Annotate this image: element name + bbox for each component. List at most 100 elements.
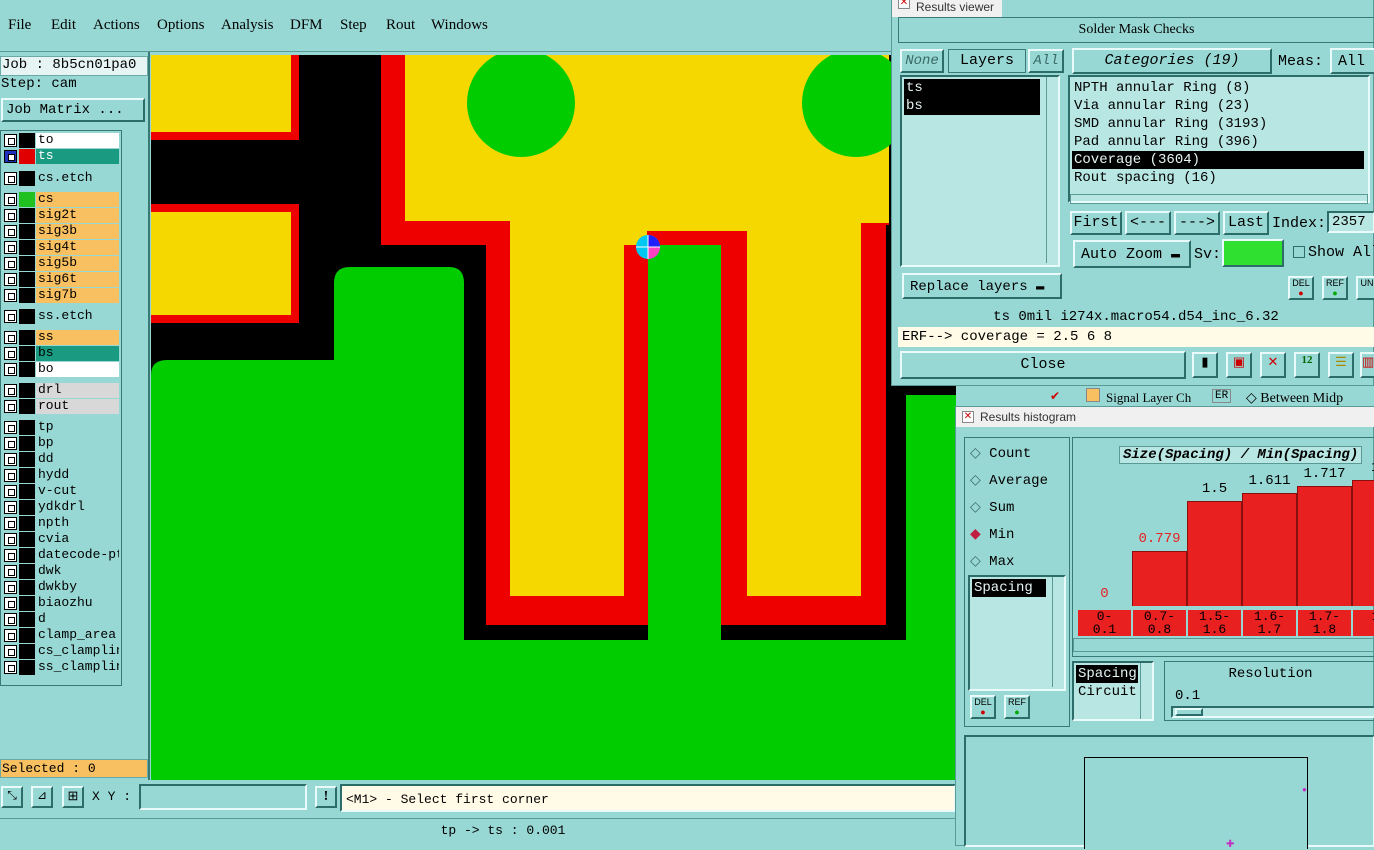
mode-radio-count[interactable]: ◇ Count	[970, 445, 1031, 462]
layer-color-swatch[interactable]	[19, 644, 35, 659]
layer-row-bs[interactable]: bs	[3, 346, 119, 361]
select-tool-icon[interactable]: ⤡	[1, 786, 23, 808]
layer-checkbox[interactable]	[4, 331, 17, 344]
layer-name[interactable]: bp	[36, 436, 119, 451]
layer-name[interactable]: sig5b	[36, 256, 119, 271]
layer-checkbox[interactable]	[4, 485, 17, 498]
layer-color-swatch[interactable]	[19, 256, 35, 271]
layer-color-swatch[interactable]	[19, 272, 35, 287]
layer-checkbox[interactable]	[4, 257, 17, 270]
menu-edit[interactable]: Edit	[51, 17, 76, 34]
mode-radio-max[interactable]: ◇ Max	[970, 553, 1014, 570]
window-close-icon[interactable]: ✕	[898, 0, 910, 9]
layer-name[interactable]: ss_clampline	[36, 660, 119, 675]
layer-row-d[interactable]: d	[3, 612, 119, 627]
histogram-bar[interactable]	[1187, 501, 1242, 606]
layer-name[interactable]: sig6t	[36, 272, 119, 287]
layers-all-button[interactable]: All	[1028, 49, 1064, 73]
layer-name[interactable]: sig2t	[36, 208, 119, 223]
layer-name[interactable]: biaozhu	[36, 596, 119, 611]
job-matrix-button[interactable]: Job Matrix ...	[1, 98, 145, 122]
layer-checkbox[interactable]	[4, 469, 17, 482]
layer-color-swatch[interactable]	[19, 660, 35, 675]
layer-name[interactable]: v-cut	[36, 484, 119, 499]
layer-checkbox[interactable]	[4, 517, 17, 530]
layer-name[interactable]: tp	[36, 420, 119, 435]
layer-row-sig7b[interactable]: sig7b	[3, 288, 119, 303]
window-close-icon[interactable]: ✕	[962, 411, 974, 423]
layer-row-sig2t[interactable]: sig2t	[3, 208, 119, 223]
layer-name[interactable]: datecode-pte	[36, 548, 119, 563]
scrollbar[interactable]	[1046, 77, 1058, 263]
layer-color-swatch[interactable]	[19, 580, 35, 595]
layer-row-ss[interactable]: ss	[3, 330, 119, 345]
layer-row-bo[interactable]: bo	[3, 362, 119, 377]
layer-color-swatch[interactable]	[19, 330, 35, 345]
menu-step[interactable]: Step	[340, 17, 367, 34]
menu-dfm[interactable]: DFM	[290, 17, 323, 34]
layer-checkbox[interactable]	[4, 193, 17, 206]
layer-name[interactable]: dd	[36, 452, 119, 467]
sv-color-select[interactable]	[1222, 239, 1284, 267]
layer-name[interactable]: bs	[36, 346, 119, 361]
layer-color-swatch[interactable]	[19, 516, 35, 531]
layer-row-cvia[interactable]: cvia	[3, 532, 119, 547]
layer-color-swatch[interactable]	[19, 149, 35, 164]
layer-color-swatch[interactable]	[19, 399, 35, 414]
layer-row-cs[interactable]: cs	[3, 192, 119, 207]
layer-row-drl[interactable]: drl	[3, 383, 119, 398]
layer-name[interactable]: rout	[36, 399, 119, 414]
index-field[interactable]: 2357	[1327, 211, 1374, 233]
layer-name[interactable]: cs	[36, 192, 119, 207]
layer-name[interactable]: drl	[36, 383, 119, 398]
layer-color-swatch[interactable]	[19, 564, 35, 579]
layer-checkbox[interactable]	[4, 225, 17, 238]
layer-row-cs-clampline[interactable]: cs_clampline	[3, 644, 119, 659]
category-item[interactable]: SMD annular Ring (3193)	[1072, 115, 1364, 133]
layer-row-sig5b[interactable]: sig5b	[3, 256, 119, 271]
layer-checkbox[interactable]	[4, 501, 17, 514]
layer-color-swatch[interactable]	[19, 596, 35, 611]
layer-row-dd[interactable]: dd	[3, 452, 119, 467]
replace-layers-button[interactable]: Replace layers ▬	[902, 273, 1062, 299]
category-item[interactable]: Rout spacing (16)	[1072, 169, 1364, 187]
layer-name[interactable]: npth	[36, 516, 119, 531]
layer-color-swatch[interactable]	[19, 224, 35, 239]
layer-color-swatch[interactable]	[19, 628, 35, 643]
layer-checkbox[interactable]	[4, 661, 17, 674]
layer-color-swatch[interactable]	[19, 612, 35, 627]
category-item[interactable]: Coverage (3604)	[1072, 151, 1364, 169]
close-button[interactable]: Close	[900, 351, 1186, 379]
layer-color-swatch[interactable]	[19, 532, 35, 547]
layer-name[interactable]: hydd	[36, 468, 119, 483]
layer-checkbox[interactable]	[4, 581, 17, 594]
layer-color-swatch[interactable]	[19, 468, 35, 483]
mode-radio-min[interactable]: ◆ Min	[970, 526, 1014, 543]
layer-row-sig6t[interactable]: sig6t	[3, 272, 119, 287]
pcb-view[interactable]	[151, 55, 956, 780]
layer-row-ss-clampline[interactable]: ss_clampline	[3, 660, 119, 675]
number-icon[interactable]: 12	[1294, 352, 1320, 378]
menu-options[interactable]: Options	[157, 17, 205, 34]
menu-actions[interactable]: Actions	[93, 17, 140, 34]
layer-row-sig3b[interactable]: sig3b	[3, 224, 119, 239]
layer-name[interactable]: ts	[36, 149, 119, 164]
mode-radio-sum[interactable]: ◇ Sum	[970, 499, 1014, 516]
layer-row-cs-etch[interactable]: cs.etch	[3, 171, 119, 186]
layer-checkbox[interactable]	[4, 347, 17, 360]
layer-row-to[interactable]: to	[3, 133, 119, 148]
meas-select[interactable]: All	[1330, 48, 1374, 74]
category-item[interactable]: Via annular Ring (23)	[1072, 97, 1364, 115]
layer-checkbox[interactable]	[4, 209, 17, 222]
layer-row-clamp-area[interactable]: clamp_area	[3, 628, 119, 643]
layer-row-hydd[interactable]: hydd	[3, 468, 119, 483]
layer-row-datecode-pte[interactable]: datecode-pte	[3, 548, 119, 563]
layer-checkbox[interactable]	[4, 289, 17, 302]
layer-color-swatch[interactable]	[19, 383, 35, 398]
histogram-bar[interactable]	[1242, 493, 1297, 606]
layer-color-swatch[interactable]	[19, 208, 35, 223]
layer-row-ts[interactable]: ts	[3, 149, 119, 164]
layer-color-swatch[interactable]	[19, 346, 35, 361]
layer-row-sig4t[interactable]: sig4t	[3, 240, 119, 255]
layer-checkbox[interactable]	[4, 453, 17, 466]
